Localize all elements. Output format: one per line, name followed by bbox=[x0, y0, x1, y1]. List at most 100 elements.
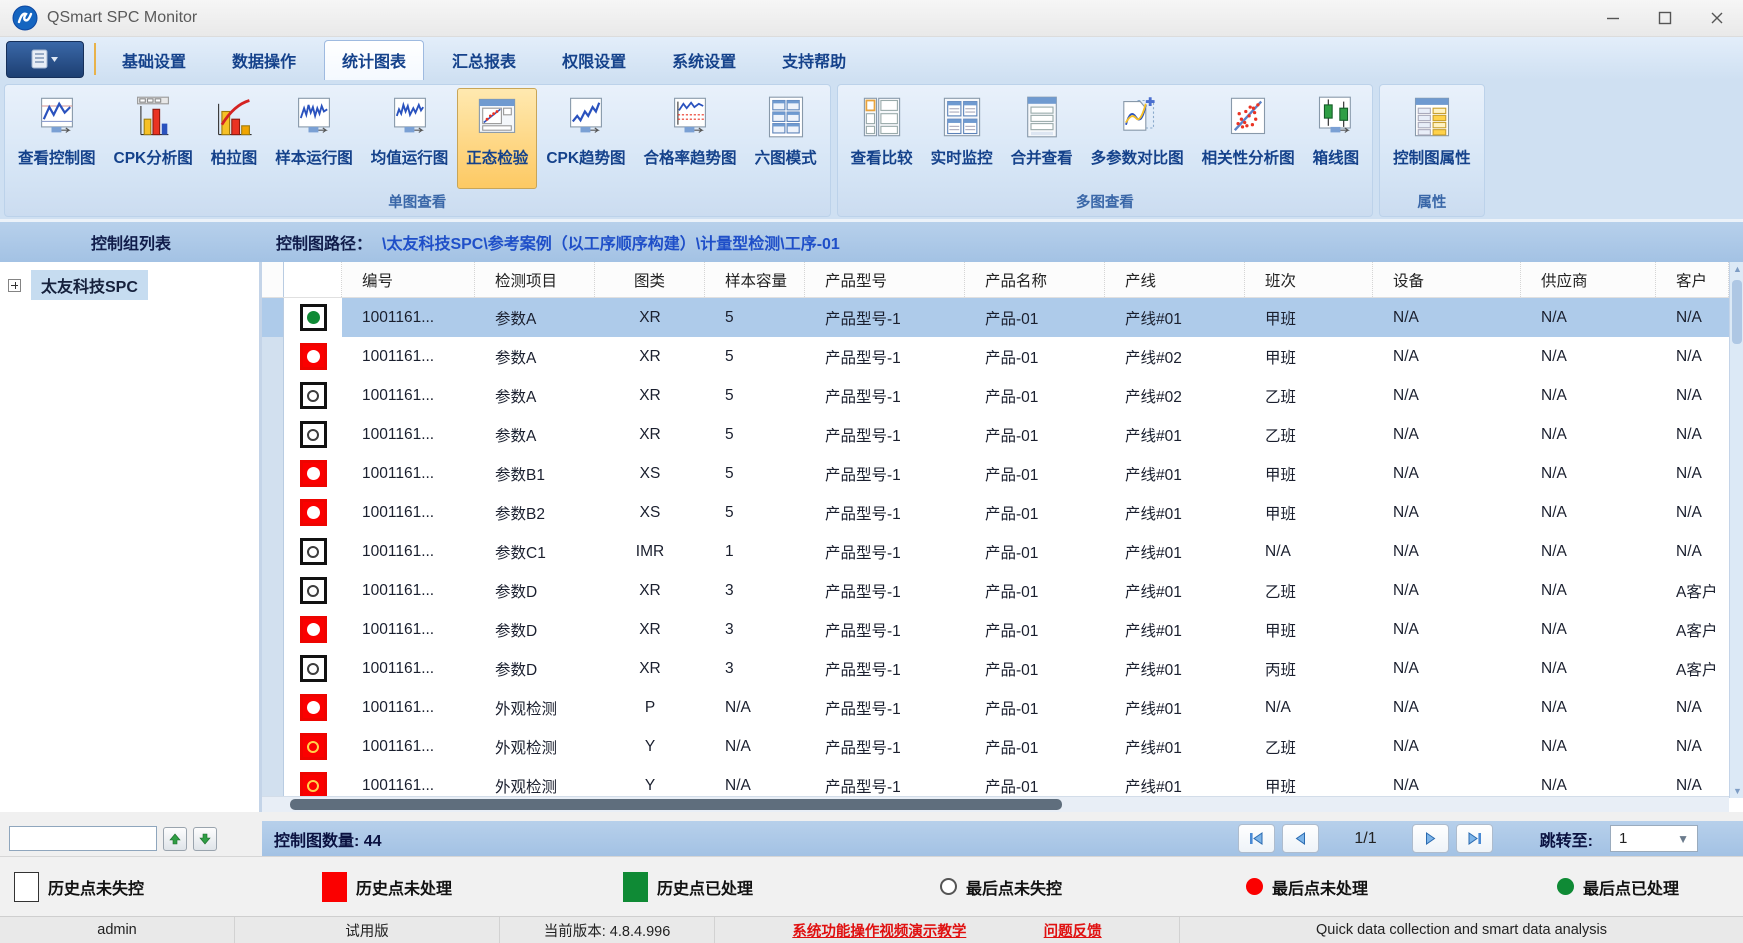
legend-circle-icon bbox=[940, 878, 957, 895]
cell-产线: 产线#01 bbox=[1105, 415, 1245, 454]
menu-tab-汇总报表[interactable]: 汇总报表 bbox=[434, 40, 534, 80]
row-status-cell bbox=[284, 298, 342, 337]
menu-tab-系统设置[interactable]: 系统设置 bbox=[654, 40, 754, 80]
cell-产品型号: 产品型号-1 bbox=[805, 415, 965, 454]
ribbon-group-label: 多图查看 bbox=[838, 189, 1373, 216]
tree-expander-icon[interactable] bbox=[8, 279, 21, 292]
menu-tab-基础设置[interactable]: 基础设置 bbox=[104, 40, 204, 80]
ribbon-button-箱线图[interactable]: 箱线图 bbox=[1304, 88, 1369, 190]
main-content: 太友科技SPC 编号检测项目图类样本容量产品型号产品名称产线班次设备供应商客户 … bbox=[0, 262, 1743, 812]
cell-设备: N/A bbox=[1373, 610, 1521, 649]
horizontal-scrollbar-thumb[interactable] bbox=[290, 799, 1062, 810]
move-down-button[interactable] bbox=[193, 827, 217, 851]
cell-样本容量: 1 bbox=[705, 532, 805, 571]
column-header-产品名称[interactable]: 产品名称 bbox=[965, 262, 1105, 297]
table-row[interactable]: 1001161...参数AXR5产品型号-1产品-01产线#01乙班N/AN/A… bbox=[262, 415, 1743, 454]
column-header-产线[interactable]: 产线 bbox=[1105, 262, 1245, 297]
table-row[interactable]: 1001161...参数DXR3产品型号-1产品-01产线#01乙班N/AN/A… bbox=[262, 571, 1743, 610]
tree-node-root[interactable]: 太友科技SPC bbox=[0, 270, 259, 300]
status-bar: admin 试用版 当前版本: 4.8.4.996 系统功能操作视频演示教学 问… bbox=[0, 916, 1743, 943]
cell-设备: N/A bbox=[1373, 376, 1521, 415]
scroll-up-icon[interactable]: ▲ bbox=[1733, 265, 1741, 273]
table-row[interactable]: 1001161...外观检测PN/A产品型号-1产品-01产线#01N/AN/A… bbox=[262, 688, 1743, 727]
pagination-bar: 控制图数量: 44 1/1 跳转至: 1 ▼ bbox=[262, 821, 1743, 856]
minimize-button[interactable] bbox=[1587, 0, 1639, 36]
cell-产品名称: 产品-01 bbox=[965, 454, 1105, 493]
row-gutter bbox=[262, 688, 284, 727]
table-row[interactable]: 1001161...参数AXR5产品型号-1产品-01产线#02甲班N/AN/A… bbox=[262, 337, 1743, 376]
ribbon-button-查看比较[interactable]: 查看比较 bbox=[842, 88, 922, 190]
ribbon-button-柏拉图[interactable]: 柏拉图 bbox=[202, 88, 267, 190]
column-header-客户[interactable]: 客户 bbox=[1656, 262, 1729, 297]
cell-编号: 1001161... bbox=[342, 571, 475, 610]
cell-产线: 产线#02 bbox=[1105, 337, 1245, 376]
cell-样本容量: 3 bbox=[705, 571, 805, 610]
table-row[interactable]: 1001161...参数DXR3产品型号-1产品-01产线#01甲班N/AN/A… bbox=[262, 610, 1743, 649]
ribbon-button-CPK分析图[interactable]: CPK分析图 bbox=[105, 88, 202, 190]
cell-样本容量: 3 bbox=[705, 610, 805, 649]
search-input[interactable] bbox=[9, 826, 157, 851]
app-menu-button[interactable] bbox=[6, 41, 84, 78]
column-header-编号[interactable]: 编号 bbox=[342, 262, 475, 297]
column-header-供应商[interactable]: 供应商 bbox=[1521, 262, 1656, 297]
normality-icon bbox=[475, 95, 519, 139]
menu-tab-统计图表[interactable]: 统计图表 bbox=[324, 40, 424, 80]
menu-tab-支持帮助[interactable]: 支持帮助 bbox=[764, 40, 864, 80]
ribbon-button-合格率趋势图[interactable]: 合格率趋势图 bbox=[635, 88, 746, 190]
menu-tab-数据操作[interactable]: 数据操作 bbox=[214, 40, 314, 80]
prev-page-button[interactable] bbox=[1282, 824, 1319, 853]
column-header-班次[interactable]: 班次 bbox=[1245, 262, 1373, 297]
video-tutorial-link[interactable]: 系统功能操作视频演示教学 bbox=[792, 920, 966, 941]
pareto-icon bbox=[212, 95, 256, 139]
cell-产品名称: 产品-01 bbox=[965, 571, 1105, 610]
ribbon-button-CPK趋势图[interactable]: CPK趋势图 bbox=[537, 88, 634, 190]
last-page-button[interactable] bbox=[1456, 824, 1493, 853]
scroll-down-icon[interactable]: ▼ bbox=[1733, 787, 1741, 795]
ribbon-button-均值运行图[interactable]: 均值运行图 bbox=[362, 88, 458, 190]
table-row[interactable]: 1001161...参数C1IMR1产品型号-1产品-01产线#01N/AN/A… bbox=[262, 532, 1743, 571]
spacer bbox=[0, 812, 1743, 821]
ribbon-button-相关性分析图[interactable]: 相关性分析图 bbox=[1193, 88, 1304, 190]
cell-供应商: N/A bbox=[1521, 727, 1656, 766]
ribbon-button-查看控制图[interactable]: 查看控制图 bbox=[9, 88, 105, 190]
cell-产品名称: 产品-01 bbox=[965, 610, 1105, 649]
ribbon-button-样本运行图[interactable]: 样本运行图 bbox=[266, 88, 362, 190]
table-row[interactable]: 1001161...参数AXR5产品型号-1产品-01产线#01甲班N/AN/A… bbox=[262, 298, 1743, 337]
close-button[interactable] bbox=[1691, 0, 1743, 36]
cell-检测项目: 参数A bbox=[475, 337, 595, 376]
move-up-button[interactable] bbox=[163, 827, 187, 851]
ribbon-button-正态检验[interactable]: 正态检验 bbox=[457, 88, 537, 190]
ribbon-button-六图模式[interactable]: 六图模式 bbox=[746, 88, 826, 190]
window-title: QSmart SPC Monitor bbox=[47, 9, 197, 27]
vertical-scrollbar[interactable]: ▲ ▼ bbox=[1729, 262, 1743, 798]
cell-编号: 1001161... bbox=[342, 649, 475, 688]
cell-供应商: N/A bbox=[1521, 571, 1656, 610]
column-header-产品型号[interactable]: 产品型号 bbox=[805, 262, 965, 297]
ribbon-button-多参数对比图[interactable]: 多参数对比图 bbox=[1082, 88, 1193, 190]
ribbon-button-合并查看[interactable]: 合并查看 bbox=[1002, 88, 1082, 190]
next-page-button[interactable] bbox=[1412, 824, 1449, 853]
table-row[interactable]: 1001161...参数AXR5产品型号-1产品-01产线#02乙班N/AN/A… bbox=[262, 376, 1743, 415]
table-row[interactable]: 1001161...参数B2XS5产品型号-1产品-01产线#01甲班N/AN/… bbox=[262, 493, 1743, 532]
maximize-button[interactable] bbox=[1639, 0, 1691, 36]
table-row[interactable]: 1001161...外观检测YN/A产品型号-1产品-01产线#01甲班N/AN… bbox=[262, 766, 1743, 798]
jump-to-page-select[interactable]: 1 ▼ bbox=[1610, 825, 1698, 852]
column-header-图类[interactable]: 图类 bbox=[595, 262, 705, 297]
ribbon-toolbar: 查看控制图CPK分析图柏拉图样本运行图均值运行图正态检验CPK趋势图合格率趋势图… bbox=[0, 80, 1743, 220]
vertical-scrollbar-thumb[interactable] bbox=[1732, 280, 1742, 344]
column-header-检测项目[interactable]: 检测项目 bbox=[475, 262, 595, 297]
ribbon-button-实时监控[interactable]: 实时监控 bbox=[922, 88, 1002, 190]
feedback-link[interactable]: 问题反馈 bbox=[1044, 920, 1102, 941]
column-header-样本容量[interactable]: 样本容量 bbox=[705, 262, 805, 297]
ribbon-button-label: 箱线图 bbox=[1313, 146, 1360, 168]
table-row[interactable]: 1001161...参数B1XS5产品型号-1产品-01产线#01甲班N/AN/… bbox=[262, 454, 1743, 493]
column-header-设备[interactable]: 设备 bbox=[1373, 262, 1521, 297]
cell-检测项目: 参数B1 bbox=[475, 454, 595, 493]
status-square-red-icon bbox=[300, 694, 327, 721]
horizontal-scrollbar[interactable] bbox=[262, 796, 1729, 812]
table-row[interactable]: 1001161...参数DXR3产品型号-1产品-01产线#01丙班N/AN/A… bbox=[262, 649, 1743, 688]
ribbon-button-控制图属性[interactable]: 控制图属性 bbox=[1384, 88, 1480, 190]
first-page-button[interactable] bbox=[1238, 824, 1275, 853]
table-row[interactable]: 1001161...外观检测YN/A产品型号-1产品-01产线#01乙班N/AN… bbox=[262, 727, 1743, 766]
menu-tab-权限设置[interactable]: 权限设置 bbox=[544, 40, 644, 80]
